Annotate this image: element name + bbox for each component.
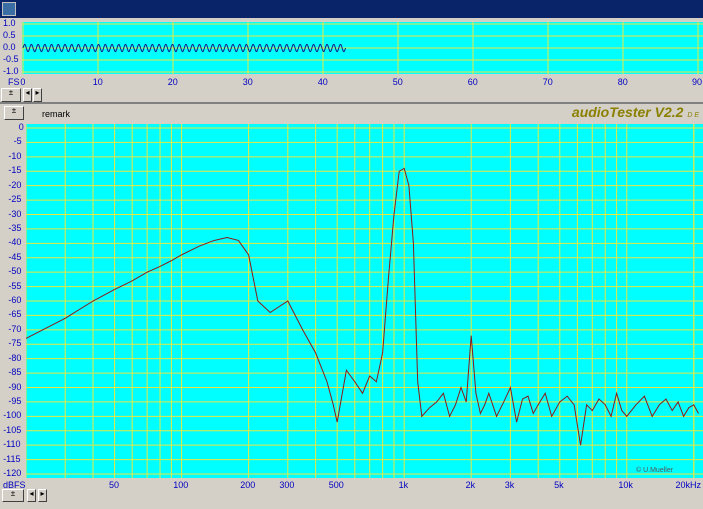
spectrum-x-tick-label: 3k — [504, 480, 515, 490]
scope-x-tick-label: 30 — [242, 77, 253, 87]
spectrum-y-tick-label: -60 — [8, 295, 22, 305]
spectrum-y-tick-label: -20 — [8, 179, 22, 190]
spectrum-y-tick-label: -105 — [3, 424, 22, 435]
spectrum-y-tick-label: -65 — [8, 309, 22, 320]
scope-scroll-right-button[interactable]: ▸ — [33, 88, 42, 102]
brand-name: audioTester V2.2 — [571, 104, 684, 120]
spectrum-y-tick-label: -30 — [8, 208, 22, 219]
spectrum-x-tick-label: 50 — [108, 480, 119, 490]
spectrum-level-stepper[interactable]: ± — [4, 106, 24, 120]
scope-x-tick-label: 0 — [20, 77, 26, 87]
spectrum-scroll-right-button[interactable]: ▸ — [38, 489, 47, 502]
spectrum-y-tick-label: -110 — [3, 439, 21, 450]
remark-label: remark — [42, 109, 71, 119]
scope-x-tick-label: 50 — [392, 77, 403, 87]
spectrum-scroll-left-button[interactable]: ◂ — [27, 489, 36, 502]
spectrum-y-tick-label: -80 — [8, 352, 22, 363]
spectrum-x-tick-label: 5k — [554, 480, 564, 490]
scope-x-tick-label: 20 — [167, 77, 178, 87]
scope-y-tick-label: -1.0 — [3, 66, 19, 76]
spectrum-y-tick-label: -120 — [3, 468, 22, 478]
credit-label: © U.Mueller — [636, 467, 674, 474]
scope-y-tick-label: 0.0 — [3, 42, 16, 52]
spectrum-y-tick-label: -40 — [8, 237, 22, 248]
spectrum-y-tick-label: -85 — [8, 367, 22, 378]
spectrum-y-tick-label: -35 — [8, 222, 22, 233]
scope-zoom-stepper[interactable]: ± — [1, 88, 21, 102]
scope-y-tick-label: 0.5 — [3, 30, 16, 40]
scope-scroll-left-button[interactable]: ◂ — [23, 88, 32, 102]
spectrum-y-tick-label: -5 — [13, 136, 22, 147]
spectrum-y-tick-label: -50 — [8, 266, 22, 277]
scope-x-tick-label: 60 — [467, 77, 478, 87]
spectrum-y-tick-label: -70 — [8, 323, 22, 334]
spectrum-y-tick-label: -45 — [8, 251, 22, 262]
spectrum-y-tick-label: -25 — [8, 194, 22, 205]
scope-x-tick-label: 70 — [542, 77, 553, 87]
audiotester-app-icon[interactable] — [2, 2, 16, 16]
scope-y-tick-label: 1.0 — [3, 18, 16, 28]
spectrum-y-tick-label: -100 — [3, 410, 22, 421]
scope-x-tick-label: 40 — [317, 77, 328, 87]
status-bar — [0, 502, 703, 509]
scope-x-tick-label: 90 — [692, 77, 703, 87]
spectrum-y-tick-label: -55 — [8, 280, 22, 291]
spectrum-y-tick-label: -75 — [8, 338, 22, 349]
spectrum-y-tick-label: -90 — [8, 381, 22, 392]
brand-suffix: D E — [687, 112, 699, 119]
spectrum-x-tick-label: 500 — [328, 480, 344, 490]
scope-x-tick-label: 80 — [617, 77, 628, 87]
title-bar — [0, 0, 703, 18]
spectrum-plot — [26, 124, 703, 478]
scope-fs-label: FS — [8, 77, 20, 87]
spectrum-y-tick-label: 0 — [18, 122, 24, 132]
brand-title: audioTester V2.2 D E — [572, 104, 699, 120]
scope-x-tick-label: 10 — [92, 77, 103, 87]
spectrum-x-tick-label: 2k — [465, 480, 476, 490]
scope-plot — [22, 22, 703, 74]
spectrum-zoom-stepper[interactable]: ± — [2, 489, 24, 502]
spectrum-x-tick-label: 300 — [279, 480, 295, 490]
spectrum-trace — [26, 167, 699, 446]
spectrum-y-tick-label: -95 — [8, 395, 22, 406]
spectrum-y-tick-label: -10 — [8, 150, 22, 161]
spectrum-x-tick-label: 1k — [398, 480, 409, 490]
spectrum-x-tick-label: 100 — [173, 480, 189, 490]
spectrum-y-tick-label: -115 — [3, 453, 21, 464]
spectrum-y-tick-label: -15 — [8, 165, 22, 176]
spectrum-x-tick-label: 10k — [618, 480, 633, 490]
spectrum-x-tick-label: 20kHz — [675, 480, 702, 490]
spectrum-x-tick-label: 200 — [240, 480, 256, 490]
scope-y-tick-label: -0.5 — [3, 54, 19, 64]
